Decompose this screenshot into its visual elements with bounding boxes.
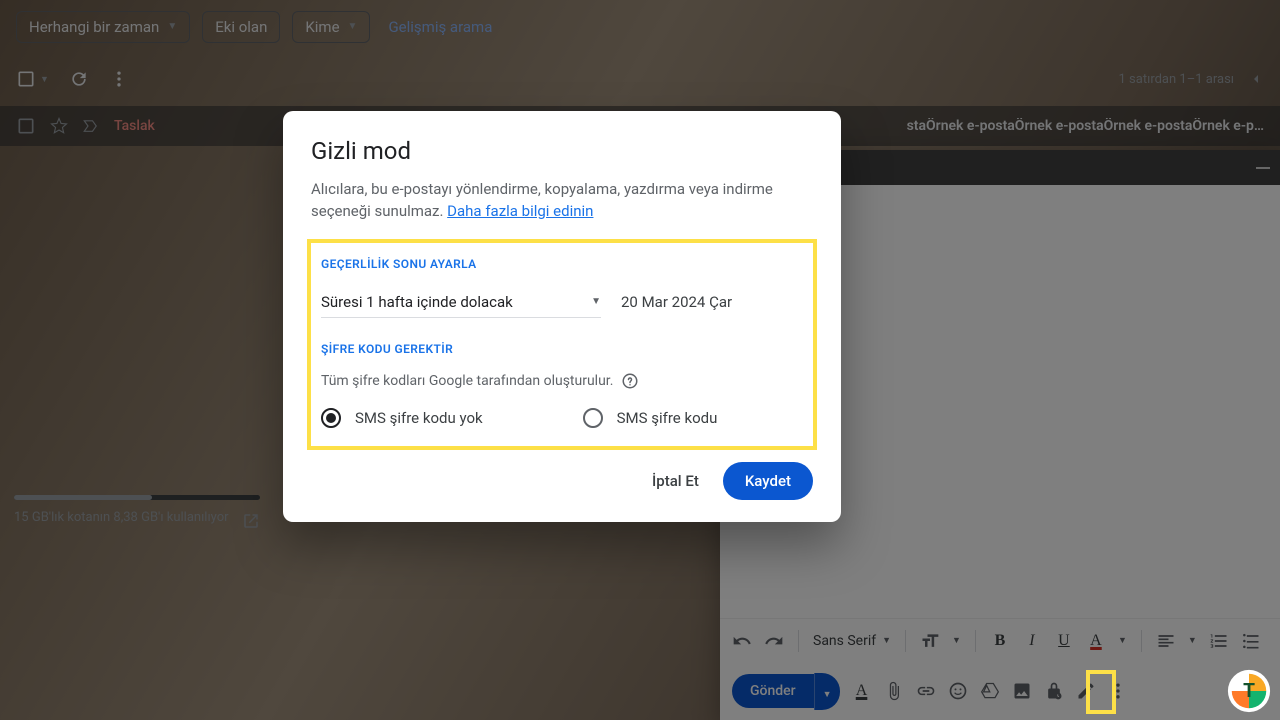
svg-text:T: T [1243, 679, 1255, 702]
expiration-select[interactable]: Süresi 1 hafta içinde dolacak ▼ [321, 287, 601, 318]
highlighted-section: GEÇERLİLİK SONU AYARLA Süresi 1 hafta iç… [307, 239, 817, 450]
save-button[interactable]: Kaydet [723, 462, 813, 500]
radio-icon [321, 408, 341, 428]
radio-no-sms-label: SMS şifre kodu yok [355, 409, 483, 427]
expiration-value: Süresi 1 hafta içinde dolacak [321, 293, 513, 311]
passcode-desc: Tüm şifre kodları Google tarafından oluş… [321, 373, 613, 389]
brand-badge: T [1226, 668, 1272, 714]
learn-more-link[interactable]: Daha fazla bilgi edinin [447, 202, 593, 220]
passcode-section-title: ŞİFRE KODU GEREKTİR [321, 342, 803, 356]
expiration-date: 20 Mar 2024 Çar [621, 293, 732, 311]
help-icon[interactable] [621, 372, 639, 390]
radio-icon [583, 408, 603, 428]
radio-no-sms[interactable]: SMS şifre kodu yok [321, 408, 483, 428]
confidential-mode-dialog: Gizli mod Alıcılara, bu e-postayı yönlen… [283, 111, 841, 522]
expiration-section-title: GEÇERLİLİK SONU AYARLA [321, 257, 803, 271]
caret-down-icon: ▼ [591, 296, 601, 307]
dialog-description: Alıcılara, bu e-postayı yönlendirme, kop… [311, 179, 813, 223]
radio-sms[interactable]: SMS şifre kodu [583, 408, 718, 428]
dialog-title: Gizli mod [311, 137, 813, 165]
cancel-button[interactable]: İptal Et [648, 464, 703, 498]
radio-sms-label: SMS şifre kodu [617, 409, 718, 427]
